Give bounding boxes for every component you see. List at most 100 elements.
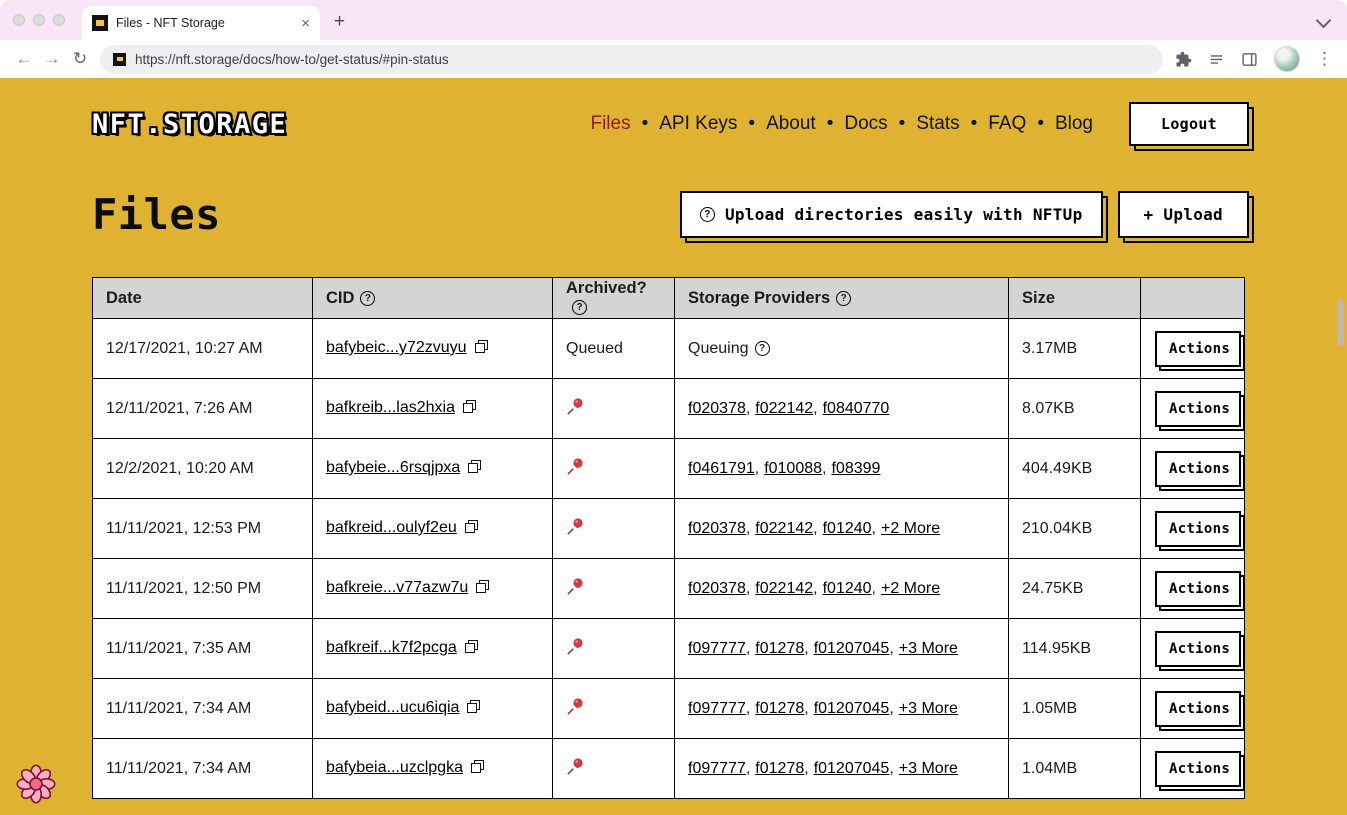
- provider-separator: ,: [755, 460, 759, 477]
- reading-list-icon[interactable]: [1208, 51, 1225, 68]
- provider-link[interactable]: f020378: [688, 580, 746, 597]
- pin-icon: [566, 696, 586, 721]
- provider-link[interactable]: f01207045: [814, 760, 890, 777]
- more-providers-link[interactable]: +3 More: [899, 640, 958, 657]
- provider-link[interactable]: f01278: [755, 760, 804, 777]
- cid-link[interactable]: bafybeid...ucu6iqia: [326, 699, 459, 716]
- close-tab-icon[interactable]: ×: [299, 16, 312, 31]
- cell-size: 404.49KB: [1009, 439, 1141, 499]
- more-providers-link[interactable]: +2 More: [881, 580, 940, 597]
- more-providers-link[interactable]: +2 More: [881, 520, 940, 537]
- browser-tab[interactable]: Files - NFT Storage ×: [82, 6, 320, 40]
- logout-button[interactable]: Logout: [1129, 102, 1249, 146]
- nav-link-files[interactable]: Files: [590, 113, 630, 135]
- cell-providers: f097777,f01278,f01207045,+3 More: [675, 679, 1009, 739]
- reload-button[interactable]: ↻: [66, 49, 94, 69]
- provider-link[interactable]: f097777: [688, 700, 746, 717]
- tab-strip: Files - NFT Storage × +: [0, 0, 1347, 40]
- copy-cid-icon[interactable]: [471, 760, 484, 778]
- back-button[interactable]: ←: [10, 49, 38, 69]
- provider-link[interactable]: f01240: [823, 580, 872, 597]
- nav-link-api-keys[interactable]: API Keys: [659, 113, 737, 135]
- provider-link[interactable]: f0840770: [823, 400, 890, 417]
- copy-cid-icon[interactable]: [463, 400, 476, 418]
- provider-link[interactable]: f01240: [823, 520, 872, 537]
- provider-link[interactable]: f020378: [688, 400, 746, 417]
- provider-link[interactable]: f01278: [755, 700, 804, 717]
- more-providers-link[interactable]: +3 More: [899, 700, 958, 717]
- nav-link-docs[interactable]: Docs: [844, 113, 887, 135]
- cell-archived: [553, 619, 675, 679]
- provider-link[interactable]: f0461791: [688, 460, 755, 477]
- page-scrollbar-thumb[interactable]: [1337, 300, 1344, 346]
- extensions-puzzle-icon[interactable]: [1175, 51, 1192, 68]
- actions-button[interactable]: Actions: [1155, 511, 1241, 547]
- provider-link[interactable]: f097777: [688, 640, 746, 657]
- side-panel-icon[interactable]: [1241, 51, 1258, 68]
- cell-actions: Actions: [1141, 619, 1245, 679]
- actions-button[interactable]: Actions: [1155, 571, 1241, 607]
- cid-link[interactable]: bafkreid...oulyf2eu: [326, 519, 457, 536]
- provider-link[interactable]: f01278: [755, 640, 804, 657]
- cid-link[interactable]: bafybeie...6rsqjpxa: [326, 459, 460, 476]
- col-header-actions: [1141, 278, 1245, 319]
- cid-link[interactable]: bafybeic...y72zvuyu: [326, 339, 467, 356]
- site-header: NFT.STORAGE Files • API Keys • About • D…: [0, 78, 1347, 146]
- help-icon[interactable]: ?: [360, 291, 375, 306]
- nav-link-stats[interactable]: Stats: [916, 113, 959, 135]
- minimize-window-button[interactable]: [33, 14, 45, 26]
- actions-button[interactable]: Actions: [1155, 451, 1241, 487]
- provider-link[interactable]: f022142: [755, 520, 813, 537]
- provider-link[interactable]: f022142: [755, 400, 813, 417]
- more-providers-link[interactable]: +3 More: [899, 760, 958, 777]
- provider-link[interactable]: f01207045: [814, 640, 890, 657]
- cid-link[interactable]: bafkreib...las2hxia: [326, 399, 455, 416]
- nftup-button[interactable]: ? Upload directories easily with NFTUp: [680, 191, 1103, 238]
- cell-archived: [553, 379, 675, 439]
- actions-button[interactable]: Actions: [1155, 751, 1241, 787]
- actions-button[interactable]: Actions: [1155, 691, 1241, 727]
- copy-cid-icon[interactable]: [476, 580, 489, 598]
- actions-button[interactable]: Actions: [1155, 631, 1241, 667]
- tab-search-chevron-icon[interactable]: [1316, 13, 1332, 29]
- browser-menu-kebab-icon[interactable]: ⋮: [1316, 49, 1333, 69]
- table-row: 11/11/2021, 7:34 AMbafybeia...uzclpgkaf0…: [93, 739, 1245, 799]
- nft-flower-button[interactable]: [15, 763, 57, 810]
- profile-avatar[interactable]: [1274, 46, 1300, 72]
- cid-link[interactable]: bafkreif...k7f2pcga: [326, 639, 457, 656]
- provider-link[interactable]: f020378: [688, 520, 746, 537]
- copy-cid-icon[interactable]: [465, 640, 478, 658]
- provider-link[interactable]: f010088: [764, 460, 822, 477]
- provider-link[interactable]: f08399: [831, 460, 880, 477]
- close-window-button[interactable]: [13, 14, 25, 26]
- help-icon[interactable]: ?: [572, 300, 587, 315]
- help-icon[interactable]: ?: [836, 291, 851, 306]
- copy-cid-icon[interactable]: [467, 700, 480, 718]
- copy-cid-icon[interactable]: [465, 520, 478, 538]
- provider-separator: ,: [746, 760, 750, 777]
- copy-cid-icon[interactable]: [475, 340, 488, 358]
- address-bar[interactable]: https://nft.storage/docs/how-to/get-stat…: [100, 45, 1163, 74]
- nav-link-blog[interactable]: Blog: [1055, 113, 1093, 135]
- cid-link[interactable]: bafybeia...uzclpgka: [326, 759, 463, 776]
- provider-link[interactable]: f01207045: [814, 700, 890, 717]
- cid-link[interactable]: bafkreie...v77azw7u: [326, 579, 468, 596]
- provider-link[interactable]: f097777: [688, 760, 746, 777]
- actions-button[interactable]: Actions: [1155, 331, 1241, 367]
- nav-link-about[interactable]: About: [766, 113, 816, 135]
- upload-button[interactable]: + Upload: [1118, 191, 1249, 238]
- nft-storage-logo[interactable]: NFT.STORAGE: [92, 109, 287, 140]
- nav-link-faq[interactable]: FAQ: [988, 113, 1026, 135]
- new-tab-button[interactable]: +: [334, 12, 345, 31]
- copy-cid-icon[interactable]: [468, 460, 481, 478]
- provider-link[interactable]: f022142: [755, 580, 813, 597]
- heading-actions: ? Upload directories easily with NFTUp +…: [680, 191, 1249, 238]
- cell-providers: f0461791,f010088,f08399: [675, 439, 1009, 499]
- forward-button[interactable]: →: [38, 49, 66, 69]
- cell-archived: Queued: [553, 319, 675, 379]
- actions-button[interactable]: Actions: [1155, 391, 1241, 427]
- cell-providers: f097777,f01278,f01207045,+3 More: [675, 619, 1009, 679]
- cell-size: 210.04KB: [1009, 499, 1141, 559]
- help-icon[interactable]: ?: [755, 341, 770, 356]
- zoom-window-button[interactable]: [53, 14, 65, 26]
